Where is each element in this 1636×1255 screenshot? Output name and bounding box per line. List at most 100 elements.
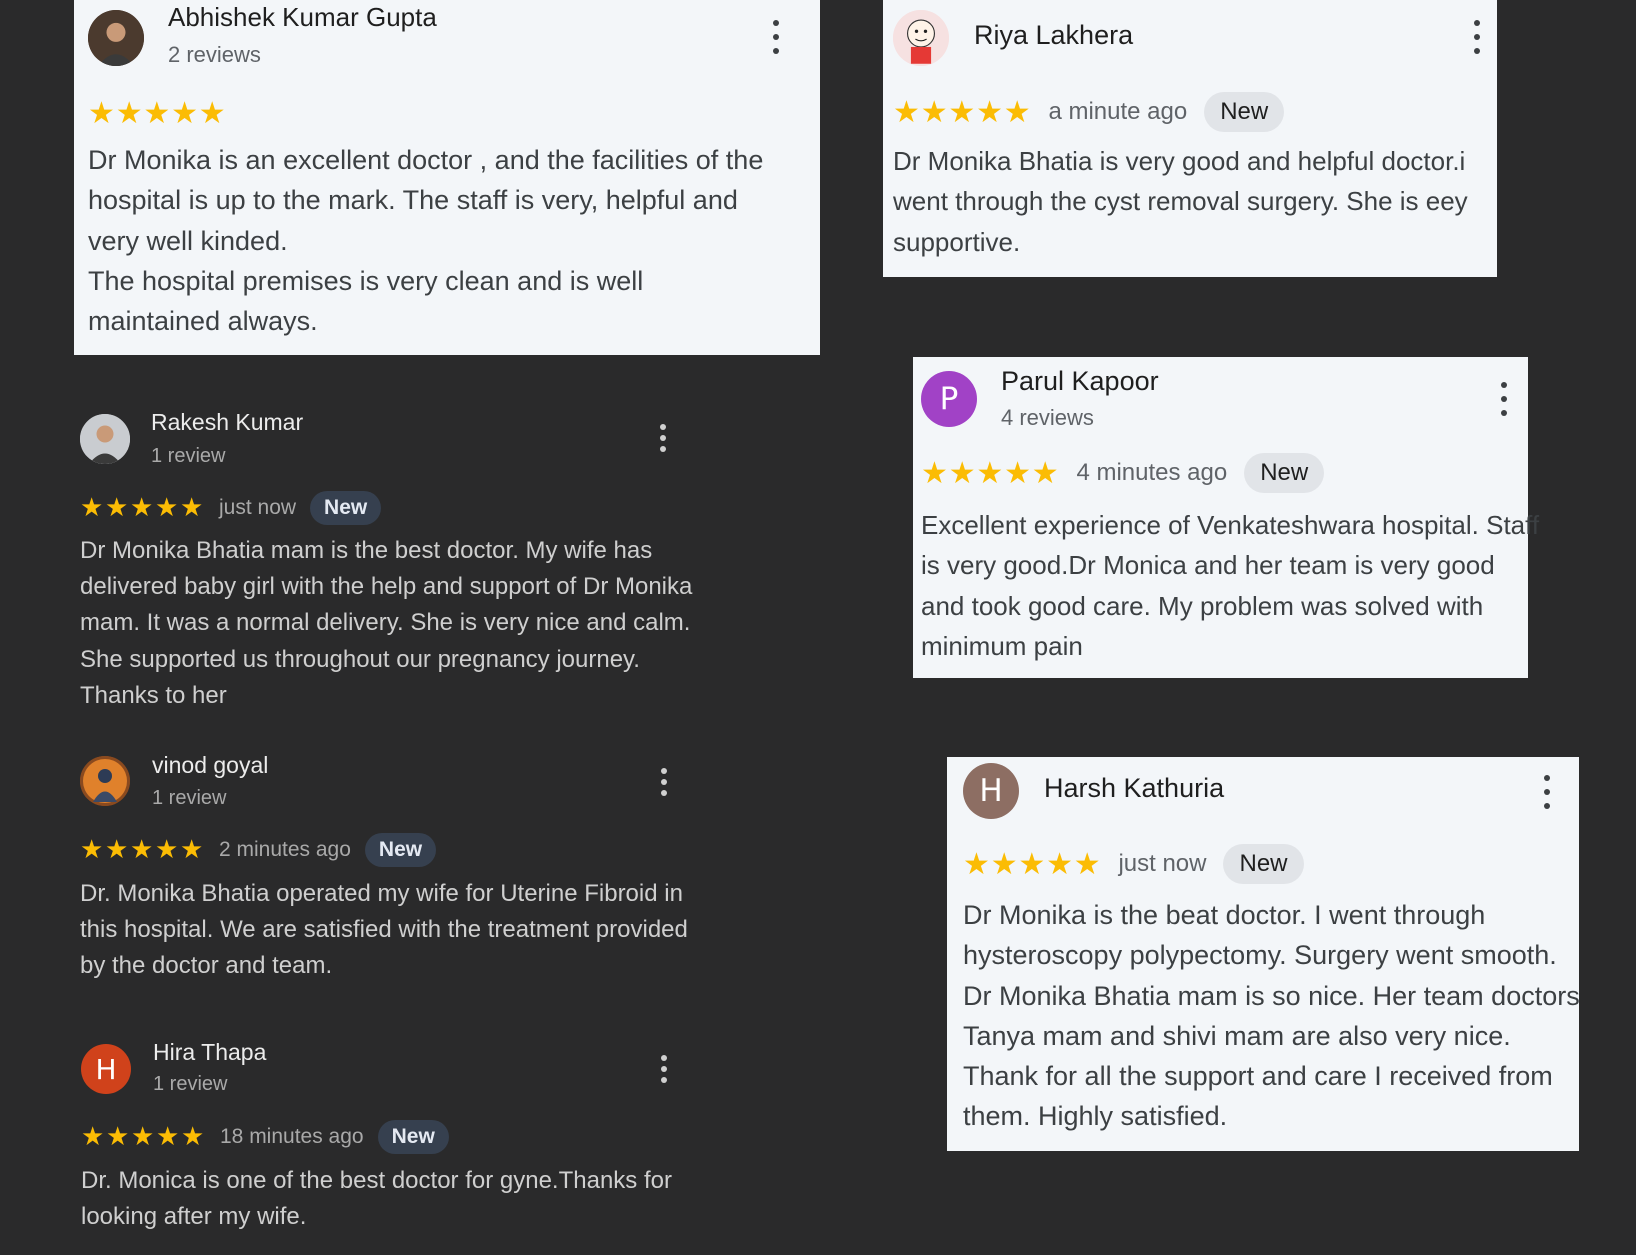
review-paragraph: Excellent experience of Venkateshwara ho… — [921, 510, 1540, 661]
review-card: H Harsh Kathuria ★ ★ ★ ★ ★ just now New Dr Monika… — [947, 757, 1580, 1151]
more-vert-icon[interactable] — [654, 424, 672, 452]
star-rating: ★ ★ ★ ★ ★ — [81, 1122, 206, 1152]
reviewer-name[interactable]: Harsh Kathuria — [1044, 773, 1224, 804]
avatar-photo[interactable] — [80, 414, 130, 464]
star-rating: ★ ★ ★ ★ ★ — [893, 95, 1031, 130]
star-rating: ★ ★ ★ ★ ★ — [80, 493, 205, 523]
reviewer-name[interactable]: Riya Lakhera — [974, 20, 1133, 51]
reviewer-name[interactable]: Abhishek Kumar Gupta — [168, 2, 437, 33]
reviewer-name[interactable]: vinod goyal — [152, 752, 268, 779]
review-paragraph: Dr Monika is the beat doctor. I went thr… — [963, 900, 1580, 1132]
star-icon: ★ — [1004, 455, 1031, 491]
star-rating: ★ ★ ★ ★ ★ — [80, 835, 205, 865]
review-text: Dr Monika is an excellent doctor , and t… — [88, 140, 768, 341]
avatar-letter: P — [939, 381, 959, 417]
reviewer-name[interactable]: Rakesh Kumar — [151, 409, 303, 436]
star-icon: ★ — [105, 835, 129, 865]
star-icon: ★ — [106, 1122, 130, 1152]
avatar-photo[interactable] — [88, 10, 144, 66]
rating-row: ★ ★ ★ ★ ★ 18 minutes ago New — [81, 1113, 449, 1161]
review-time: a minute ago — [1048, 98, 1188, 125]
star-icon: ★ — [198, 95, 226, 131]
more-vert-icon[interactable] — [1495, 382, 1513, 416]
review-card: vinod goyal 1 review ★ ★ ★ ★ ★ 2 minutes ago New… — [80, 745, 688, 995]
review-time: 4 minutes ago — [1076, 459, 1228, 486]
review-text: Dr Monika Bhatia mam is the best doctor.… — [80, 533, 700, 714]
review-count: 1 review — [152, 787, 227, 809]
rating-row: ★ ★ ★ ★ ★ 2 minutes ago New — [80, 826, 437, 874]
star-icon: ★ — [180, 493, 204, 523]
star-icon: ★ — [130, 835, 154, 865]
star-icon: ★ — [81, 1122, 105, 1152]
review-paragraph: Dr Monika Bhatia mam is the best doctor.… — [80, 537, 693, 709]
review-card: Abhishek Kumar Gupta 2 reviews ★ ★ ★ ★ ★ Dr Mon… — [74, 0, 820, 355]
review-text: Dr. Monica is one of the best doctor for… — [81, 1163, 701, 1235]
review-card: Riya Lakhera ★ ★ ★ ★ ★ a minute ago New Dr Monik… — [883, 0, 1497, 277]
review-time: just now — [219, 496, 297, 519]
star-icon: ★ — [990, 846, 1018, 882]
star-icon: ★ — [920, 94, 948, 130]
review-card: H Hira Thapa 1 review ★ ★ ★ ★ ★ 18 minutes ago Ne… — [80, 1035, 680, 1245]
star-icon: ★ — [1031, 455, 1059, 491]
reviewer-name[interactable]: Hira Thapa — [153, 1039, 266, 1066]
star-icon: ★ — [948, 455, 976, 491]
star-icon: ★ — [131, 1122, 155, 1152]
review-time: just now — [1118, 850, 1207, 877]
more-vert-icon[interactable] — [1468, 20, 1486, 54]
rating-row: ★ ★ ★ ★ ★ a minute ago New — [893, 88, 1285, 136]
new-badge: New — [1223, 844, 1304, 884]
star-rating: ★ ★ ★ ★ ★ — [88, 96, 226, 131]
star-icon: ★ — [948, 94, 976, 130]
avatar-photo[interactable] — [893, 10, 949, 66]
review-time: 2 minutes ago — [219, 838, 351, 861]
star-rating: ★ ★ ★ ★ ★ — [921, 456, 1059, 491]
star-icon: ★ — [1046, 846, 1073, 882]
star-icon: ★ — [976, 94, 1003, 130]
rating-row: ★ ★ ★ ★ ★ — [88, 89, 226, 137]
rating-row: ★ ★ ★ ★ ★ just now New — [80, 484, 382, 532]
star-icon: ★ — [1018, 846, 1046, 882]
star-icon: ★ — [156, 1122, 180, 1152]
review-paragraph: Dr Monika is an excellent doctor , and t… — [88, 145, 764, 256]
rating-row: ★ ★ ★ ★ ★ just now New — [963, 840, 1304, 888]
avatar[interactable]: P — [921, 371, 977, 427]
review-time: 18 minutes ago — [220, 1125, 364, 1148]
review-paragraph: Dr. Monika Bhatia operated my wife for U… — [80, 880, 688, 980]
star-icon: ★ — [180, 835, 204, 865]
star-icon: ★ — [88, 95, 115, 131]
star-icon: ★ — [155, 493, 179, 523]
star-icon: ★ — [171, 95, 198, 131]
star-icon: ★ — [921, 455, 948, 491]
avatar-letter: H — [95, 1052, 117, 1086]
review-count: 2 reviews — [168, 42, 261, 67]
person-photo-icon — [80, 414, 130, 464]
star-icon: ★ — [80, 835, 104, 865]
new-badge: New — [310, 491, 382, 525]
avatar[interactable]: H — [963, 763, 1019, 819]
new-badge: New — [377, 1120, 449, 1154]
new-badge: New — [1204, 92, 1285, 132]
cartoon-avatar-icon — [893, 10, 949, 66]
rating-row: ★ ★ ★ ★ ★ 4 minutes ago New — [921, 449, 1325, 497]
review-paragraph: Dr. Monica is one of the best doctor for… — [81, 1167, 672, 1231]
star-icon: ★ — [115, 95, 143, 131]
person-photo-icon — [88, 10, 144, 66]
star-rating: ★ ★ ★ ★ ★ — [963, 847, 1101, 882]
reviewer-name[interactable]: Parul Kapoor — [1001, 366, 1159, 397]
more-vert-icon[interactable] — [655, 1055, 673, 1083]
avatar[interactable]: H — [81, 1044, 131, 1094]
more-vert-icon[interactable] — [767, 20, 785, 54]
star-icon: ★ — [130, 493, 154, 523]
more-vert-icon[interactable] — [1538, 775, 1556, 809]
review-text: Dr. Monika Bhatia operated my wife for U… — [80, 876, 700, 985]
avatar-photo[interactable] — [80, 756, 130, 806]
star-icon: ★ — [181, 1122, 205, 1152]
more-vert-icon[interactable] — [655, 768, 673, 796]
review-paragraph: Dr Monika Bhatia is very good and helpfu… — [893, 146, 1468, 257]
star-icon: ★ — [893, 94, 920, 130]
star-icon: ★ — [105, 493, 129, 523]
new-badge: New — [364, 833, 437, 867]
review-count: 4 reviews — [1001, 405, 1094, 430]
review-text: Dr Monika is the beat doctor. I went thr… — [963, 895, 1583, 1137]
star-icon: ★ — [143, 95, 171, 131]
